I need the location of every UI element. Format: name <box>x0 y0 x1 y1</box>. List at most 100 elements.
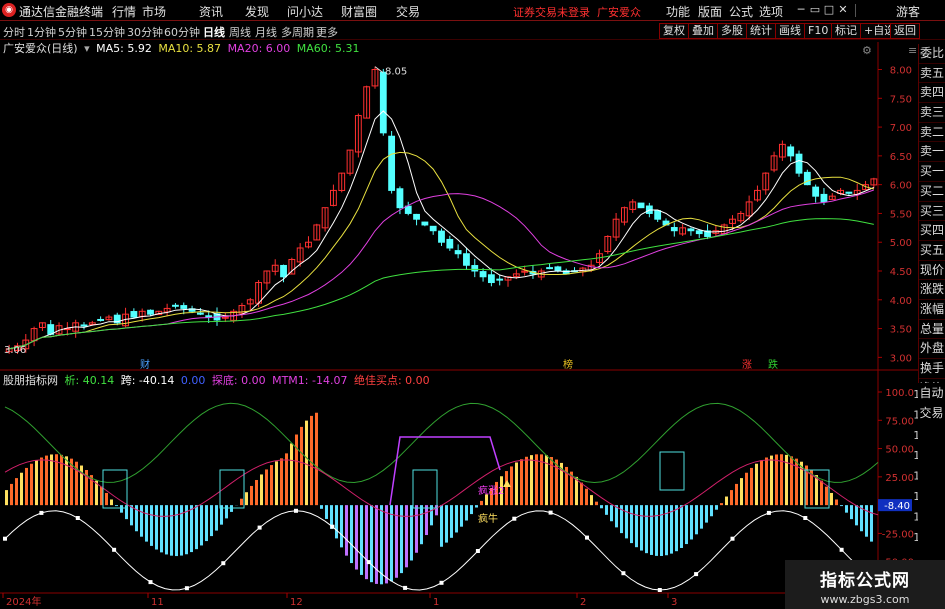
indicator-bar <box>710 505 713 517</box>
indicator-bar <box>775 454 778 506</box>
indicator-x3: 0.00 <box>180 374 206 387</box>
side-panel-item[interactable]: 买五 <box>919 241 945 261</box>
kline-chart[interactable]: 8.00 7.50 7.00 6.50 6.00 5.50 5.00 4.50 4.00 3.50… <box>0 0 945 609</box>
candle-body <box>479 271 487 278</box>
indicator-dot <box>694 572 699 577</box>
candle-body <box>487 274 495 284</box>
side-panel-item[interactable]: 卖二 <box>919 123 945 143</box>
signal-label-a: 疯涨2 <box>478 484 504 497</box>
indicator-bar <box>160 505 163 553</box>
indicator-bar <box>320 505 323 509</box>
indicator-bar <box>765 457 768 506</box>
candle-body <box>687 228 695 232</box>
indicator-bar <box>340 505 343 548</box>
date-axis-label: 11 <box>151 597 164 608</box>
candle-body <box>180 305 188 309</box>
indicator-bar <box>685 505 688 545</box>
price-axis-label: 6.50 <box>890 152 912 163</box>
date-axis-label: 12 <box>290 597 303 608</box>
high-price-label: 8.05 <box>385 67 407 78</box>
event-marker: 财 <box>140 358 150 371</box>
side-panel-item[interactable]: 委比 <box>919 44 945 64</box>
main-legend: 广安爱众(日线) ▾ MA5: 5.92 MA10: 5.87 MA20: 6.… <box>3 40 363 56</box>
candle-body <box>280 264 287 278</box>
indicator-title[interactable]: 股朋指标网 <box>3 374 58 387</box>
indicator-dot <box>439 580 444 585</box>
indicator-bar <box>345 505 348 556</box>
candle-body <box>147 309 154 315</box>
sub-axis-label: 100.0 <box>885 388 914 399</box>
candle-body <box>654 210 662 220</box>
candle-body <box>554 266 562 272</box>
signal-box <box>412 469 438 509</box>
side-panel-item[interactable]: 总量 <box>919 320 945 340</box>
indicator-bar <box>440 505 443 547</box>
indicator-bar <box>525 456 528 506</box>
date-axis-label: 2 <box>580 597 586 608</box>
indicator-bar <box>855 505 858 526</box>
more-icon: ≡ <box>908 44 917 57</box>
indicator-bar <box>115 505 118 507</box>
indicator-bar <box>470 505 473 515</box>
side-panel-item[interactable]: 买四 <box>919 221 945 241</box>
indicator-bar <box>645 505 648 554</box>
indicator-dot <box>257 525 262 530</box>
candle-body <box>812 186 820 197</box>
legend-toggle-icon[interactable]: ▾ <box>84 42 90 55</box>
sub-legend: 股朋指标网 析: 40.14 跨: -40.14 0.00 探底: 0.00 M… <box>3 372 433 388</box>
indicator-bar <box>595 501 598 506</box>
indicator-bar <box>305 420 308 506</box>
indicator-dot <box>621 571 626 576</box>
candle-body <box>845 191 853 194</box>
indicator-bar <box>355 505 358 570</box>
side-panel-item[interactable]: 买二 <box>919 182 945 202</box>
side-panel-item[interactable]: 外盘 <box>919 339 945 359</box>
indicator-dot <box>766 510 771 515</box>
watermark: 指标公式网 www.zbgs3.com <box>785 560 945 609</box>
stock-title[interactable]: 广安爱众(日线) <box>3 42 78 55</box>
indicator-bar <box>310 415 313 506</box>
indicator-bar <box>175 505 178 557</box>
indicator-bar <box>365 505 368 580</box>
side-panel-item[interactable]: 自动 <box>918 383 945 403</box>
candle-body <box>130 311 138 318</box>
candle-body <box>463 253 470 266</box>
side-panel-item[interactable]: 换手 <box>919 359 945 379</box>
candle-body <box>496 278 504 281</box>
price-axis-label: 4.50 <box>890 267 912 278</box>
side-panel-item[interactable]: 卖五 <box>919 64 945 84</box>
indicator-bar <box>35 460 38 506</box>
indicator-bar <box>40 457 43 506</box>
side-panel-item[interactable]: 涨跌 <box>919 280 945 300</box>
indicator-bar <box>530 455 533 506</box>
quote-side-panel: 委比卖五卖四卖三卖二卖一买一买二买三买四买五现价涨跌涨幅总量外盘换手净资收益 <box>918 44 945 419</box>
indicator-bar <box>535 454 538 506</box>
side-panel-item[interactable]: 卖四 <box>919 83 945 104</box>
indicator-bar <box>480 500 483 506</box>
side-panel-item[interactable]: 涨幅 <box>919 300 945 320</box>
indicator-bar <box>445 505 448 543</box>
side-panel-item[interactable]: 卖一 <box>919 142 945 163</box>
indicator-bar <box>510 466 513 506</box>
side-panel-item[interactable]: 卖三 <box>919 103 945 123</box>
indicator-bar <box>300 426 303 506</box>
indicator-bar <box>155 505 158 550</box>
indicator-bar <box>410 505 413 561</box>
indicator-bar <box>260 474 263 506</box>
side-panel-item[interactable]: 买三 <box>919 202 945 222</box>
indicator-dot <box>512 516 517 521</box>
signal-triangle <box>503 480 511 487</box>
ma10-line <box>9 151 874 350</box>
indicator-bar <box>45 455 48 506</box>
indicator-bar <box>415 505 418 553</box>
indicator-bar <box>640 505 643 551</box>
side-panel-item[interactable]: 交易 <box>918 403 945 423</box>
indicator-bar <box>265 469 268 506</box>
indicator-bar <box>385 505 388 584</box>
indicator-bar <box>680 505 683 548</box>
indicator-bar <box>215 505 218 531</box>
candle-body <box>471 265 479 272</box>
date-axis-label: 1 <box>433 597 439 608</box>
side-panel-item[interactable]: 买一 <box>919 162 945 182</box>
side-panel-item[interactable]: 现价 <box>919 261 945 281</box>
